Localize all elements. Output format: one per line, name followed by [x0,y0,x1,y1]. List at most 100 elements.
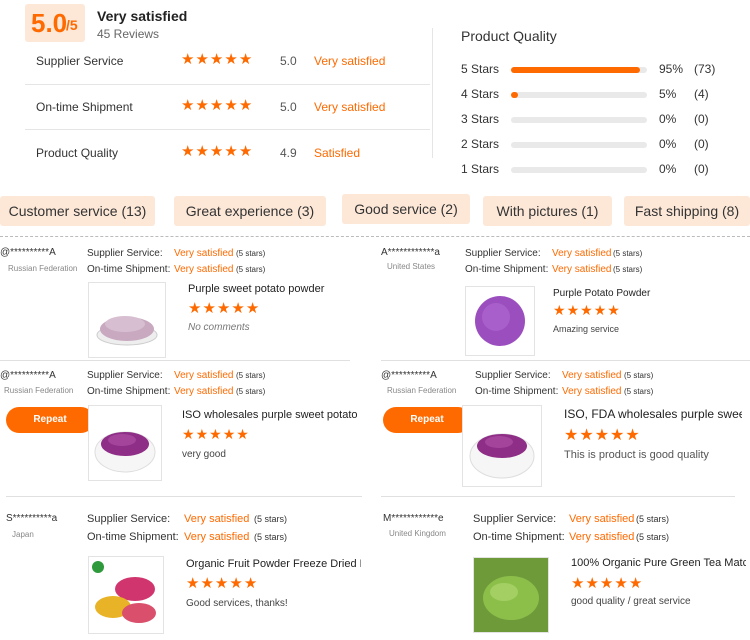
star-icon: ★ [181,51,196,68]
rating-score-shipment: 5.0 [280,100,297,114]
star-icon: ★ [571,575,586,592]
star-icon: ★ [222,426,237,442]
repeat-customers-badge: Repeat Customers [6,407,94,451]
supplier-service-stars: (5 stars) [236,371,266,380]
shipment-label: On-time Shipment: [465,264,549,275]
star-icon: ★ [238,97,254,114]
shipment-label: On-time Shipment: [87,264,171,275]
star-icon: ★ [209,143,225,160]
supplier-service-label: Supplier Service: [473,513,557,525]
star-icon: ★ [224,97,239,114]
tag-good-service[interactable]: Good service (2) [342,194,470,224]
repeat-customers-badge: Repeat Customers [383,407,471,451]
shipment-stars: (5 stars) [236,387,266,396]
shipment-stars: (5 stars) [636,532,670,542]
rating-label-shipment: On-time Shipment [36,100,133,114]
quality-row-count: (0) [694,162,709,176]
star-icon: ★ [182,426,196,442]
overall-score: 5.0 [31,8,68,38]
review-comment: Amazing service [553,324,620,334]
vertical-divider [432,28,433,158]
product-image[interactable] [462,405,542,487]
divider [25,129,430,130]
product-title[interactable]: Purple sweet potato powder [188,283,358,295]
shipment-value: Very satisfied [174,264,234,275]
rating-stars-shipment: ★★★★★ [181,96,253,114]
tag-great-experience[interactable]: Great experience (3) [174,196,326,226]
shipment-label: On-time Shipment: [475,386,559,397]
shipment-label: On-time Shipment: [87,531,179,543]
product-title[interactable]: 100% Organic Pure Green Tea Matcha [571,557,746,569]
reviewer-name: A************a [381,247,440,258]
product-image[interactable] [473,557,549,633]
review-comment: very good [182,449,226,460]
reviewer-country: United States [387,262,436,271]
review-comment: good quality / great service [571,596,691,607]
row-divider [381,496,735,497]
star-icon: ★ [209,426,223,442]
quality-bar-track [511,142,647,148]
quality-bar-track [511,117,647,123]
product-title[interactable]: ISO wholesales purple sweet potato powde… [182,409,360,421]
supplier-service-value: Very satisfied [569,513,635,525]
supplier-service-stars: (5 stars) [254,514,288,524]
product-image[interactable] [88,556,164,634]
row-divider [381,360,750,361]
review-count: 45 Reviews [97,27,160,41]
star-icon: ★ [195,143,210,160]
row-divider [6,496,362,497]
review-stars: ★★★★★ [188,299,260,317]
star-icon: ★ [628,575,644,592]
tag-customer-service[interactable]: Customer service (13) [0,196,155,226]
star-icon: ★ [209,51,225,68]
overall-score-badge: 5.0 /5 [25,4,85,42]
rating-text-supplier: Very satisfied [314,54,386,68]
star-icon: ★ [231,300,246,317]
star-icon: ★ [195,97,210,114]
rating-score-supplier: 5.0 [280,54,297,68]
reviewer-country: Russian Federation [4,386,74,395]
supplier-service-label: Supplier Service: [87,370,163,381]
overall-score-max: /5 [66,17,78,33]
review-stars: ★★★★★ [553,302,621,319]
quality-row: 4 Stars 5% (4) [461,87,731,103]
shipment-value: Very satisfied [569,531,635,543]
product-image[interactable] [465,286,535,356]
quality-row-label: 4 Stars [461,87,500,101]
quality-row-count: (4) [694,87,709,101]
quality-row-percent: 5% [659,87,677,101]
quality-row-count: (0) [694,137,709,151]
supplier-service-value: Very satisfied [174,248,234,259]
product-title[interactable]: Purple Potato Powder [553,288,743,299]
star-icon: ★ [564,427,580,444]
shipment-value: Very satisfied [562,386,622,397]
product-image[interactable] [88,282,166,358]
product-image[interactable] [88,405,162,481]
supplier-service-label: Supplier Service: [465,248,541,259]
quality-row: 3 Stars 0% (0) [461,112,731,128]
review-stars: ★★★★★ [182,426,250,443]
rating-stars-supplier: ★★★★★ [181,50,253,68]
tag-fast-shipping[interactable]: Fast shipping (8) [624,196,750,226]
rating-stars-quality: ★★★★★ [181,142,253,160]
review-comment: Good services, thanks! [186,598,288,609]
reviewer-country: Japan [12,530,34,539]
product-title[interactable]: ISO, FDA wholesales purple sweet potato … [564,407,742,421]
star-icon: ★ [593,302,608,318]
star-icon: ★ [579,427,595,444]
star-icon: ★ [599,575,615,592]
product-title[interactable]: Organic Fruit Powder Freeze Dried Fruit … [186,558,361,570]
star-icon: ★ [580,302,594,318]
review-stars: ★★★★★ [571,574,643,592]
tag-with-pictures[interactable]: With pictures (1) [483,196,612,226]
star-icon: ★ [181,143,196,160]
star-icon: ★ [553,302,567,318]
quality-bar-track [511,167,647,173]
review-stars: ★★★★★ [564,425,641,445]
star-icon: ★ [229,575,244,592]
supplier-service-stars: (5 stars) [636,514,670,524]
supplier-service-stars: (5 stars) [624,371,654,380]
star-icon: ★ [181,97,196,114]
overall-headline: Very satisfied [97,8,188,24]
review-comment: This is product is good quality [564,449,709,461]
